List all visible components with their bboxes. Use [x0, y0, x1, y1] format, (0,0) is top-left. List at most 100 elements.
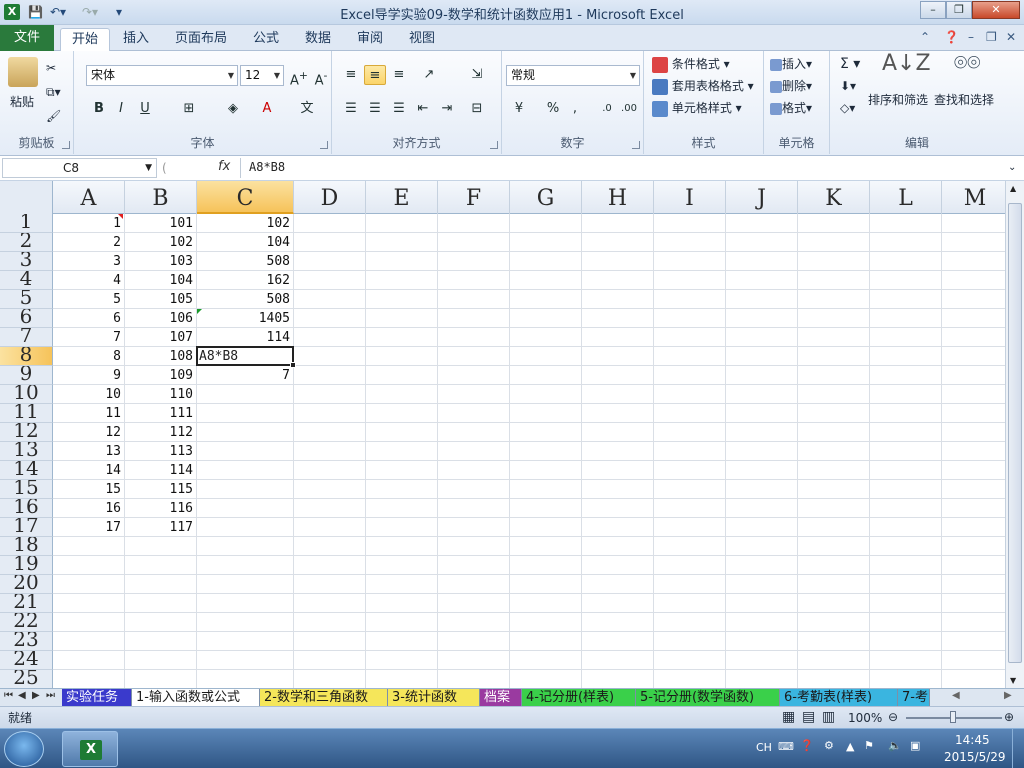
zoom-slider-thumb[interactable] — [950, 711, 956, 723]
cell-a12[interactable]: 12 — [53, 423, 125, 442]
sheet-tab-1[interactable]: 1-输入函数或公式 — [132, 689, 260, 706]
zoom-level[interactable]: 100% — [848, 709, 882, 727]
ime-indicator[interactable]: CH — [756, 741, 772, 754]
vertical-scroll-thumb[interactable] — [1008, 203, 1022, 663]
column-header-g[interactable]: G — [510, 181, 582, 214]
cell-b1[interactable]: 101 — [125, 214, 197, 233]
scroll-up-icon[interactable]: ▲ — [1010, 184, 1016, 193]
row-header-4[interactable]: 4 — [0, 271, 53, 290]
formula-input[interactable]: A8*B8 — [240, 158, 1004, 178]
font-name-combo[interactable]: 宋体 ▼ — [86, 65, 238, 86]
column-header-k[interactable]: K — [798, 181, 870, 214]
row-header-2[interactable]: 2 — [0, 233, 53, 252]
keyboard-icon[interactable]: ⌨ — [778, 740, 794, 753]
cell-c9[interactable]: 7 — [197, 366, 294, 385]
cell-b10[interactable]: 110 — [125, 385, 197, 404]
fill-icon[interactable]: ⬇▾ — [840, 77, 856, 95]
expand-formula-icon[interactable]: ⌄ — [1008, 159, 1016, 177]
clear-icon[interactable]: ◇▾ — [840, 99, 855, 117]
cell-a11[interactable]: 11 — [53, 404, 125, 423]
insert-function-button[interactable]: fx — [218, 159, 230, 174]
first-sheet-icon[interactable]: ⏮ — [4, 690, 13, 701]
row-header-23[interactable]: 23 — [0, 632, 53, 651]
column-header-j[interactable]: J — [726, 181, 798, 214]
hscroll-right-icon[interactable]: ▶ — [1004, 690, 1012, 701]
cell-b9[interactable]: 109 — [125, 366, 197, 385]
minimize-button[interactable]: – — [920, 1, 946, 19]
row-header-20[interactable]: 20 — [0, 575, 53, 594]
cell-b8[interactable]: 108 — [125, 347, 197, 366]
row-header-1[interactable]: 1 — [0, 214, 53, 233]
increase-indent-icon[interactable]: ⇥ — [436, 99, 458, 119]
sheet-tab-6[interactable]: 5-记分册(数学函数) — [636, 689, 780, 706]
cell-b13[interactable]: 113 — [125, 442, 197, 461]
row-header-8[interactable]: 8 — [0, 347, 53, 366]
ime-options-icon[interactable]: ⚙ — [824, 739, 834, 752]
row-header-21[interactable]: 21 — [0, 594, 53, 613]
row-header-11[interactable]: 11 — [0, 404, 53, 423]
clipboard-launcher[interactable] — [62, 141, 70, 149]
row-header-13[interactable]: 13 — [0, 442, 53, 461]
paste-icon[interactable] — [8, 57, 38, 87]
prev-sheet-icon[interactable]: ◀ — [18, 690, 26, 701]
row-header-3[interactable]: 3 — [0, 252, 53, 271]
cell-c6[interactable]: 1405 — [197, 309, 294, 328]
shrink-font-icon[interactable]: A- — [310, 66, 332, 88]
help-icon[interactable]: ❓ — [944, 30, 959, 44]
fill-color-icon[interactable]: ◈ — [222, 99, 244, 119]
row-header-9[interactable]: 9 — [0, 366, 53, 385]
page-layout-view-icon[interactable]: ▤ — [802, 708, 815, 726]
maximize-button[interactable]: ❐ — [946, 1, 972, 19]
align-bottom-icon[interactable]: ≡ — [388, 65, 410, 85]
column-header-c[interactable]: C — [197, 181, 294, 214]
zoom-in-icon[interactable]: ⊕ — [1004, 708, 1014, 726]
italic-icon[interactable]: I — [110, 99, 132, 119]
cell-styles-button[interactable]: 单元格样式 ▾ — [652, 99, 742, 117]
tab-data[interactable]: 数据 — [298, 28, 338, 51]
cell-a9[interactable]: 9 — [53, 366, 125, 385]
cell-a10[interactable]: 10 — [53, 385, 125, 404]
number-format-combo[interactable]: 常规 ▼ — [506, 65, 640, 86]
cell-b16[interactable]: 116 — [125, 499, 197, 518]
sheet-tab-7[interactable]: 6-考勤表(样表) — [780, 689, 898, 706]
align-middle-icon[interactable]: ≡ — [364, 65, 386, 85]
sheet-tab-4[interactable]: 档案 — [480, 689, 522, 706]
hscroll-left-icon[interactable]: ◀ — [952, 690, 960, 701]
tab-view[interactable]: 视图 — [402, 28, 442, 51]
format-cells-button[interactable]: 格式▾ — [770, 99, 812, 117]
cell-b12[interactable]: 112 — [125, 423, 197, 442]
cell-b5[interactable]: 105 — [125, 290, 197, 309]
tab-insert[interactable]: 插入 — [116, 28, 156, 51]
font-color-icon[interactable]: A — [256, 99, 278, 119]
help-tray-icon[interactable]: ❓ — [800, 739, 814, 752]
column-header-h[interactable]: H — [582, 181, 654, 214]
active-cell-c8[interactable]: A8*B8 — [196, 346, 296, 368]
grow-font-icon[interactable]: A+ — [288, 66, 310, 88]
next-sheet-icon[interactable]: ▶ — [32, 690, 40, 701]
comma-button[interactable]: , — [564, 99, 586, 119]
sheet-tab-3[interactable]: 3-统计函数 — [388, 689, 480, 706]
taskbar-excel-button[interactable]: X — [62, 731, 118, 767]
cell-a5[interactable]: 5 — [53, 290, 125, 309]
volume-icon[interactable]: 🔈 — [888, 739, 902, 752]
cut-icon[interactable]: ✂ — [46, 59, 56, 77]
tab-home[interactable]: 开始 — [60, 28, 110, 51]
clock-date[interactable]: 2015/5/29 — [944, 750, 1006, 764]
format-as-table-button[interactable]: 套用表格格式 ▾ — [652, 77, 754, 95]
show-hidden-icons[interactable]: ▲ — [846, 740, 854, 753]
cell-b15[interactable]: 115 — [125, 480, 197, 499]
scroll-down-icon[interactable]: ▼ — [1010, 676, 1016, 685]
font-launcher[interactable] — [320, 141, 328, 149]
sheet-tab-5[interactable]: 4-记分册(样表) — [522, 689, 636, 706]
name-box[interactable]: C8 ▼ — [2, 158, 157, 178]
alignment-launcher[interactable] — [490, 141, 498, 149]
column-header-e[interactable]: E — [366, 181, 438, 214]
cell-a2[interactable]: 2 — [53, 233, 125, 252]
align-top-icon[interactable]: ≡ — [340, 65, 362, 85]
column-header-m[interactable]: M — [942, 181, 1005, 214]
border-icon[interactable]: ⊞ — [178, 99, 200, 119]
worksheet-grid[interactable]: A B C D E F G H I J K L M 1 2 3 4 5 6 7 8 9 10 11 12 13 14 15 16 17 18… — [0, 181, 1005, 688]
cell-a15[interactable]: 15 — [53, 480, 125, 499]
column-header-f[interactable]: F — [438, 181, 510, 214]
wrap-text-icon[interactable]: ⇲ — [466, 65, 488, 85]
